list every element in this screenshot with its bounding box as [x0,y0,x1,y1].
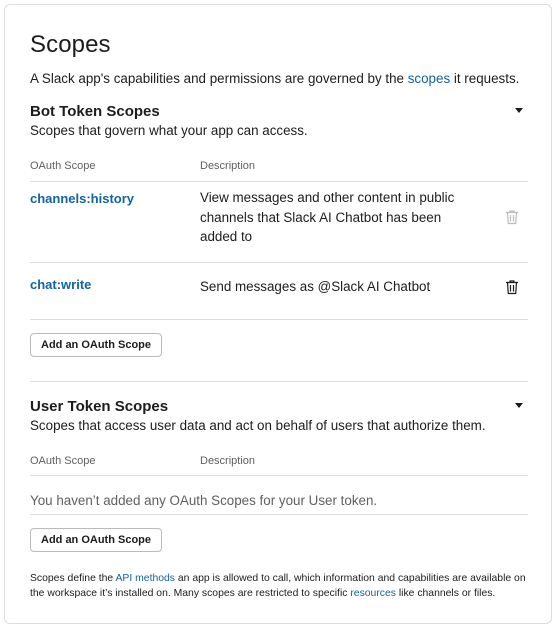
divider [30,262,528,263]
scopes-link[interactable]: scopes [408,71,450,86]
trash-icon[interactable] [505,209,519,225]
scope-description: View messages and other content in publi… [200,190,455,244]
bot-section-subtitle: Scopes that govern what your app can acc… [30,123,308,138]
divider [30,319,528,320]
footer-text: like channels or files. [395,587,496,599]
intro-prefix: A Slack app's capabilities and permissio… [30,71,408,86]
resources-link[interactable]: resources [350,588,396,599]
empty-state-text: You haven’t added any OAuth Scopes for y… [30,493,378,508]
divider [30,475,528,476]
intro-text: A Slack app's capabilities and permissio… [30,71,519,86]
scope-name-link[interactable]: channels:history [30,191,134,206]
user-section-subtitle: Scopes that access user data and act on … [30,418,486,433]
user-col-scope-header: OAuth Scope [30,455,96,467]
api-methods-link[interactable]: API methods [116,573,176,584]
add-user-scope-button[interactable]: Add an OAuth Scope [30,528,162,552]
intro-suffix: it requests. [450,71,520,86]
user-col-desc-header: Description [200,455,256,467]
scope-name-link[interactable]: chat:write [30,277,91,292]
caret-down-icon[interactable] [515,403,523,408]
user-section-title: User Token Scopes [30,398,169,415]
caret-down-icon[interactable] [515,108,523,113]
trash-icon[interactable] [505,279,519,295]
section-divider [30,381,528,382]
divider [30,181,528,182]
bot-col-scope-header: OAuth Scope [30,160,96,172]
scope-description: Send messages as @Slack AI Chatbot [200,279,431,294]
footer-text: Scopes define the [30,573,116,584]
scopes-card: Scopes A Slack app's capabilities and pe… [4,4,552,624]
divider [30,514,528,515]
add-bot-scope-button[interactable]: Add an OAuth Scope [30,333,162,357]
bot-section-title: Bot Token Scopes [30,103,160,120]
footer-note: Scopes define the API methods an app is … [30,572,530,601]
page-title: Scopes [30,31,111,58]
bot-col-desc-header: Description [200,160,256,172]
